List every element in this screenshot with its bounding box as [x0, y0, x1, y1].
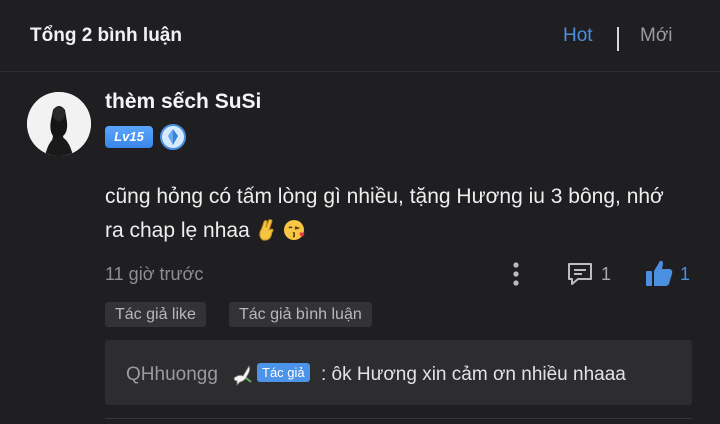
sort-hot-tab[interactable]: Hot [563, 25, 593, 47]
avatar-image [27, 92, 91, 156]
reply-comment-icon[interactable] [566, 261, 594, 287]
tag-author-liked: Tác giả like [105, 302, 206, 327]
more-options-icon[interactable] [510, 260, 522, 288]
dove-icon [231, 362, 253, 386]
crossed-fingers-emoji [256, 218, 278, 242]
comment-body: cũng hỏng có tấm lòng gì nhiều, tặng Hươ… [105, 180, 685, 248]
rank-diamond-icon [160, 124, 186, 150]
sort-divider [617, 27, 619, 51]
reply-author-name[interactable]: QHhuongg [126, 364, 218, 386]
comment-username[interactable]: thèm sếch SuSi [105, 90, 261, 114]
comment-text: cũng hỏng có tấm lòng gì nhiều, tặng Hươ… [105, 185, 664, 242]
avatar[interactable] [27, 92, 91, 156]
sort-new-tab[interactable]: Mới [640, 25, 673, 47]
tag-author-commented: Tác giả bình luận [229, 302, 372, 327]
level-badge: Lv15 [105, 126, 153, 148]
reply-count: 1 [601, 264, 612, 284]
comment-divider [105, 418, 692, 419]
like-thumbs-up-icon[interactable] [644, 258, 674, 288]
kissing-face-emoji [283, 218, 305, 242]
like-count: 1 [680, 264, 691, 284]
comment-timestamp: 11 giờ trước [105, 264, 204, 284]
comment-count-title: Tổng 2 bình luận [30, 25, 182, 46]
comments-header: Tổng 2 bình luận Hot Mới [0, 0, 720, 72]
author-reply[interactable]: QHhuongg Tác giả : ôk Hương xin cảm ơn n… [105, 340, 692, 405]
reply-text: : ôk Hương xin cảm ơn nhiều nhaaa [321, 364, 626, 385]
author-badge: Tác giả [257, 363, 310, 382]
